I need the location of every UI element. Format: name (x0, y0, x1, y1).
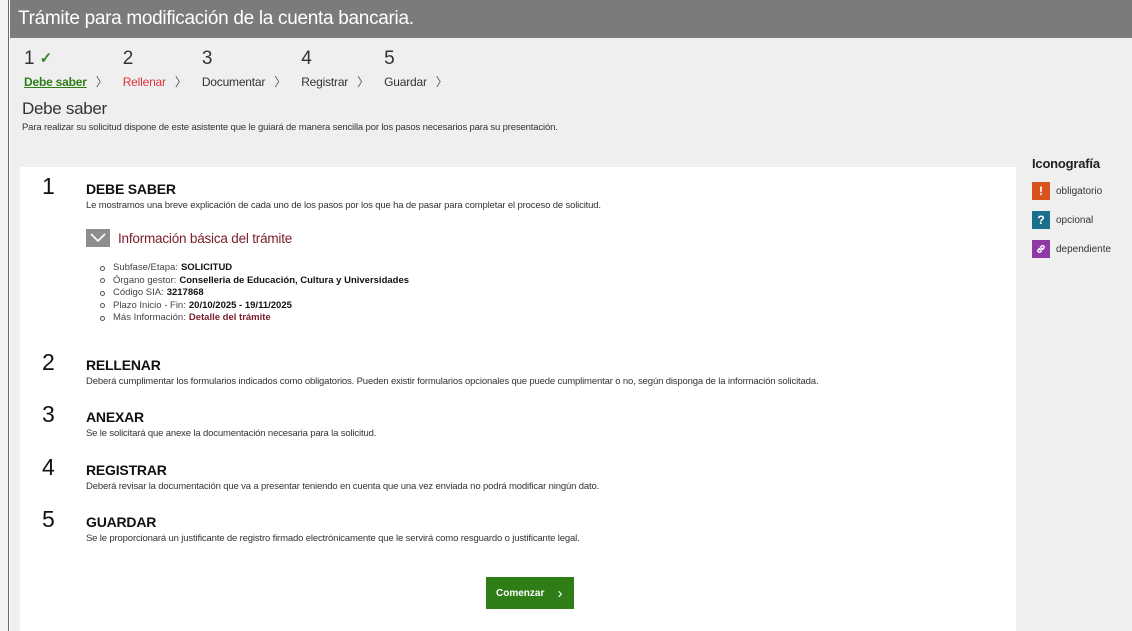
step-2[interactable]: 2 Rellenar 〉 (123, 49, 187, 90)
block-title: RELLENAR (86, 357, 161, 373)
info-title: Información básica del trámite (118, 230, 293, 246)
bullet-icon (100, 265, 105, 271)
legend-label: opcional (1056, 214, 1094, 226)
step-5-number: 5 (384, 48, 395, 69)
page-title: Trámite para modificación de la cuenta b… (10, 0, 1132, 38)
block-text: Deberá cumplimentar los formularios indi… (86, 376, 819, 387)
chevron-right-icon: 〉 (95, 75, 108, 89)
block-number: 3 (42, 401, 55, 427)
block-text: Se le solicitará que anexe la documentac… (86, 428, 377, 439)
bullet-icon (100, 303, 105, 309)
icon-legend: Iconografía ! obligatorio ? opcional dep… (1032, 156, 1111, 258)
legend-label: dependiente (1056, 243, 1112, 255)
block-title: REGISTRAR (86, 462, 167, 478)
list-item: Órgano gestor: Conselleria de Educación, … (100, 275, 409, 288)
step-5-label[interactable]: Guardar (384, 75, 427, 89)
step-navigation: 1 ✓ Debe saber 〉 2 Rellenar 〉 3 Document… (10, 49, 1132, 90)
step-3-label[interactable]: Documentar (202, 75, 266, 89)
bullet-icon (100, 278, 105, 284)
list-item: Subfase/Etapa: SOLICITUD (100, 262, 409, 275)
chevron-right-icon: 〉 (357, 75, 370, 89)
step-1-number: 1 (24, 48, 35, 69)
detail-link[interactable]: Detalle del trámite (189, 312, 271, 325)
chevron-right-icon: 〉 (435, 75, 448, 89)
content-card: 1 DEBE SABER Le mostramos una breve expl… (20, 167, 1016, 631)
step-3[interactable]: 3 Documentar 〉 (202, 49, 286, 90)
block-title: DEBE SABER (86, 181, 176, 197)
bullet-icon (100, 290, 105, 296)
step-1-label-row: Debe saber 〉 (24, 73, 108, 90)
block-number: 2 (42, 349, 55, 375)
block-number: 5 (42, 506, 55, 532)
question-icon: ? (1032, 211, 1050, 229)
section-heading: Debe saber (22, 99, 107, 118)
block-text: Se le proporcionará un justificante de r… (86, 533, 580, 544)
info-toggle[interactable]: Información básica del trámite (86, 229, 292, 247)
step-4-label[interactable]: Registrar (301, 75, 348, 89)
step-1-label[interactable]: Debe saber (24, 75, 87, 89)
step-5-label-row: Guardar 〉 (384, 73, 448, 90)
info-label: Subfase/Etapa: (113, 262, 178, 273)
step-4[interactable]: 4 Registrar 〉 (301, 49, 369, 90)
list-item: Más Información: Detalle del trámite (100, 312, 409, 325)
legend-label: obligatorio (1056, 185, 1103, 197)
left-border (0, 0, 9, 631)
block-text: Deberá revisar la documentación que va a… (86, 481, 600, 492)
chevron-right-icon: › (557, 584, 563, 602)
step-1[interactable]: 1 ✓ Debe saber 〉 (24, 49, 108, 90)
block-number: 4 (42, 454, 55, 480)
block-text: Le mostramos una breve explicación de ca… (86, 200, 601, 211)
legend-item-opcional: ? opcional (1032, 211, 1111, 229)
block-title: GUARDAR (86, 514, 157, 530)
exclamation-icon: ! (1032, 182, 1050, 200)
info-label: Código SIA: (113, 287, 164, 298)
chevron-right-icon: 〉 (174, 75, 187, 89)
start-button[interactable]: Comenzar › (486, 577, 574, 609)
step-2-label-row: Rellenar 〉 (123, 73, 187, 90)
step-4-number: 4 (301, 48, 312, 69)
legend-title: Iconografía (1032, 156, 1100, 171)
step-2-number: 2 (122, 48, 134, 69)
info-label: Plazo Inicio - Fin: (113, 299, 186, 311)
list-item: Código SIA: 3217868 (100, 287, 409, 300)
check-icon: ✓ (39, 50, 53, 67)
step-3-label-row: Documentar 〉 (202, 73, 286, 90)
envelope-icon (86, 229, 110, 247)
step-4-label-row: Registrar 〉 (301, 73, 369, 90)
link-icon (1032, 240, 1050, 258)
info-value: SOLICITUD (180, 262, 233, 273)
step-3-number: 3 (201, 48, 213, 69)
section-intro: Para realizar su solicitud dispone de es… (22, 122, 558, 133)
bullet-icon (100, 315, 105, 321)
legend-item-obligatorio: ! obligatorio (1032, 182, 1111, 200)
info-value: Conselleria de Educación, Cultura y Univ… (179, 274, 410, 286)
step-1-number-row: 1 ✓ (24, 49, 108, 69)
legend-item-dependiente: dependiente (1032, 240, 1111, 258)
info-list: Subfase/Etapa: SOLICITUD Órgano gestor: Co… (100, 262, 409, 325)
info-label: Más Información: (113, 312, 186, 323)
block-title: ANEXAR (86, 409, 144, 425)
info-label: Órgano gestor: (113, 274, 177, 286)
main-panel: Trámite para modificación de la cuenta b… (10, 0, 1132, 631)
start-button-label: Comenzar (496, 587, 545, 599)
step-2-label[interactable]: Rellenar (123, 75, 166, 89)
list-item: Plazo Inicio - Fin: 20/10/2025 - 19/11/20… (100, 300, 409, 313)
block-number: 1 (42, 173, 55, 199)
chevron-right-icon: 〉 (274, 75, 287, 89)
info-value: 20/10/2025 - 19/11/2025 (188, 299, 292, 311)
step-5[interactable]: 5 Guardar 〉 (384, 49, 448, 90)
info-value: 3217868 (166, 287, 204, 298)
